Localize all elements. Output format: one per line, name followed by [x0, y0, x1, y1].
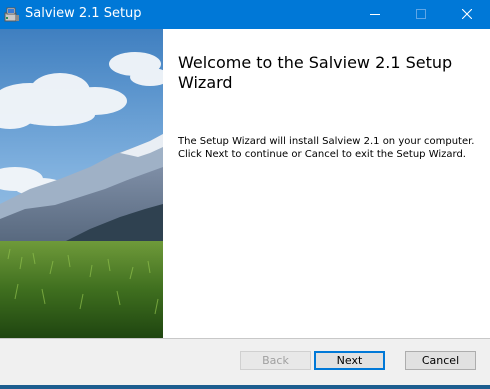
banner-image — [0, 29, 170, 338]
installer-icon — [4, 6, 20, 22]
next-button[interactable]: Next — [314, 351, 385, 370]
taskbar-edge — [0, 385, 490, 389]
back-button[interactable]: Back — [240, 351, 311, 370]
wizard-heading: Welcome to the Salview 2.1 Setup Wizard — [178, 53, 453, 92]
window-title: Salview 2.1 Setup — [25, 6, 142, 21]
minimize-icon — [370, 14, 380, 15]
button-bar: Back Next Cancel — [0, 339, 490, 385]
maximize-icon — [416, 9, 426, 19]
setup-wizard-window: Salview 2.1 Setup Welcome to the Salview… — [0, 0, 490, 389]
maximize-button[interactable] — [398, 0, 444, 29]
close-icon — [462, 9, 472, 19]
cancel-button[interactable]: Cancel — [405, 351, 476, 370]
welcome-panel: Welcome to the Salview 2.1 Setup Wizard … — [163, 29, 490, 338]
close-button[interactable] — [444, 0, 490, 29]
wizard-description: The Setup Wizard will install Salview 2.… — [178, 136, 475, 160]
minimize-button[interactable] — [352, 0, 398, 29]
title-bar[interactable]: Salview 2.1 Setup — [0, 0, 490, 29]
